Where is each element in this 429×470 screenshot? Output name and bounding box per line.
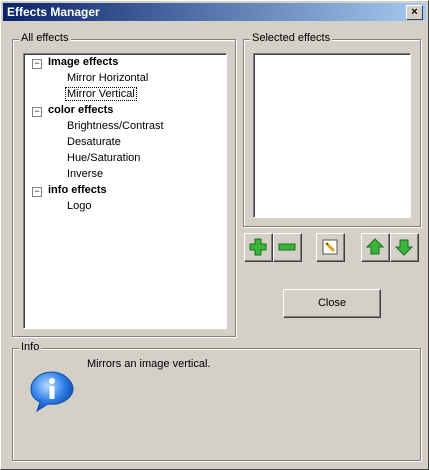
title-bar[interactable]: Effects Manager × — [3, 3, 426, 21]
remove-icon — [278, 243, 296, 251]
selected-effects-list[interactable] — [253, 53, 411, 218]
selected-effects-group: Selected effects — [243, 32, 421, 227]
selected-effects-legend: Selected effects — [250, 32, 333, 44]
remove-effect-button[interactable] — [273, 233, 302, 262]
expander-info-effects[interactable]: − — [32, 187, 42, 197]
tree-group-color-effects[interactable]: color effects — [48, 104, 113, 116]
tree-item-mirror-horizontal[interactable]: Mirror Horizontal — [67, 72, 148, 84]
info-message: Mirrors an image vertical. — [87, 358, 211, 370]
all-effects-group: All effects − Image effects Mirror Horiz… — [12, 32, 236, 337]
tree-item-logo[interactable]: Logo — [67, 200, 91, 212]
tree-group-image-effects[interactable]: Image effects — [48, 56, 118, 68]
info-legend: Info — [19, 341, 42, 353]
add-effect-button[interactable] — [244, 233, 273, 262]
tree-item-mirror-vertical[interactable]: Mirror Vertical — [65, 87, 137, 101]
move-up-icon — [366, 238, 384, 255]
tree-group-info-effects[interactable]: info effects — [48, 184, 107, 196]
close-button[interactable]: Close — [283, 289, 381, 318]
window-title: Effects Manager — [7, 5, 100, 19]
all-effects-legend: All effects — [19, 32, 71, 44]
tree-item-brightness-contrast[interactable]: Brightness/Contrast — [67, 120, 164, 132]
tree-item-hue-saturation[interactable]: Hue/Saturation — [67, 152, 140, 164]
info-icon — [30, 371, 74, 413]
move-down-icon — [395, 239, 413, 256]
tree-item-desaturate[interactable]: Desaturate — [67, 136, 121, 148]
edit-icon — [322, 239, 338, 255]
edit-effect-button[interactable] — [316, 233, 345, 262]
expander-image-effects[interactable]: − — [32, 59, 42, 69]
add-icon — [249, 238, 267, 256]
move-up-button[interactable] — [361, 233, 390, 262]
window-close-button[interactable]: × — [406, 5, 423, 20]
expander-color-effects[interactable]: − — [32, 107, 42, 117]
effects-tree[interactable]: − Image effects Mirror Horizontal Mirror… — [23, 53, 227, 329]
move-down-button[interactable] — [390, 233, 419, 262]
tree-item-inverse[interactable]: Inverse — [67, 168, 103, 180]
info-group: Info Mirrors an image vertical. — [12, 341, 421, 461]
effects-manager-window: Effects Manager × All effects − Image ef… — [0, 0, 429, 470]
